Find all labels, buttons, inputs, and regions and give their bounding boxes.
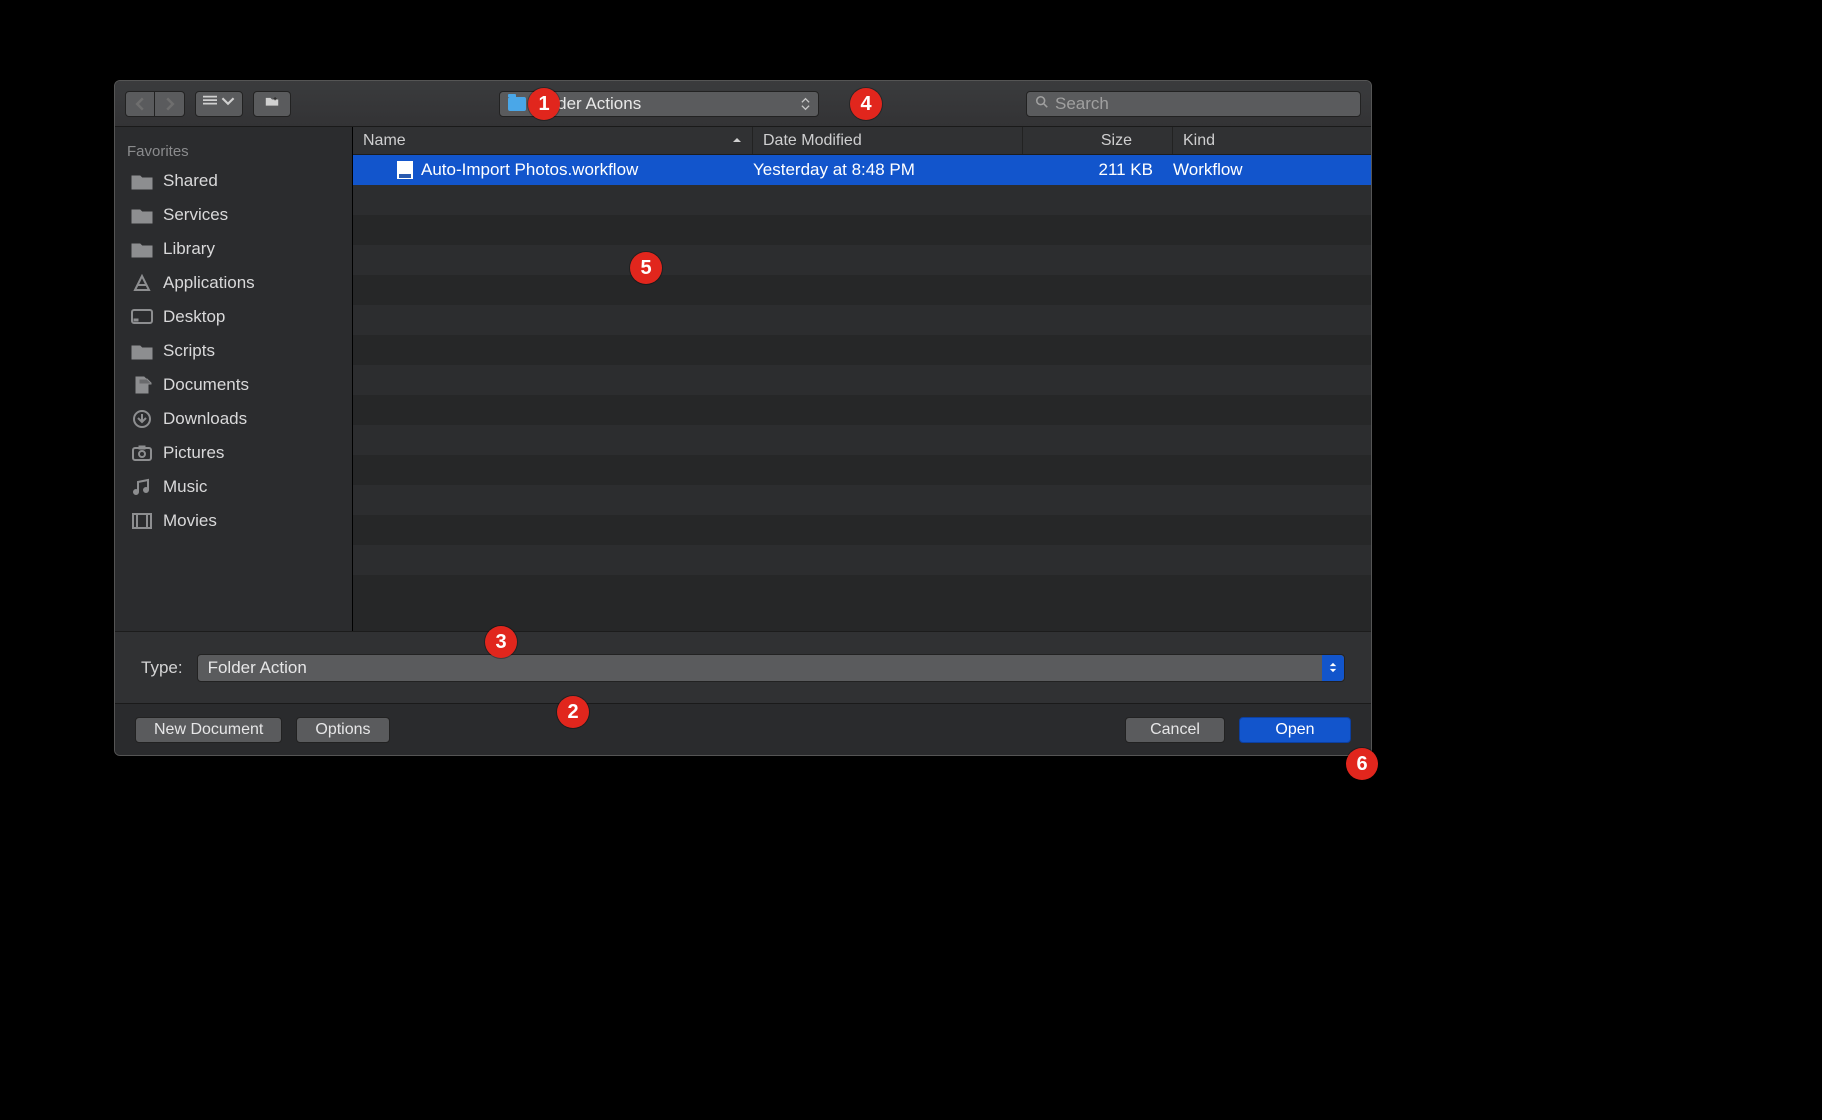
sidebar-item-label: Pictures (163, 443, 224, 463)
workflow-file-icon (397, 161, 413, 179)
annotation-1: 1 (528, 88, 560, 120)
file-row[interactable]: Auto-Import Photos.workflow Yesterday at… (353, 155, 1371, 185)
type-value: Folder Action (208, 658, 307, 678)
sidebar-item-library[interactable]: Library (115, 232, 352, 266)
sidebar-item-label: Music (163, 477, 207, 497)
options-button[interactable]: Options (296, 717, 389, 743)
sidebar-item-label: Desktop (163, 307, 225, 327)
sidebar-item-label: Downloads (163, 409, 247, 429)
column-name-label: Name (363, 132, 406, 150)
annotation-3: 3 (485, 626, 517, 658)
desktop-icon (131, 308, 153, 326)
sidebar-item-desktop[interactable]: Desktop (115, 300, 352, 334)
sidebar-item-movies[interactable]: Movies (115, 504, 352, 538)
documents-icon (131, 376, 153, 394)
nav-buttons (125, 91, 185, 117)
annotation-4: 4 (850, 88, 882, 120)
column-name[interactable]: Name (353, 127, 753, 154)
file-date: Yesterday at 8:48 PM (753, 160, 1023, 180)
search-icon (1035, 94, 1049, 114)
sidebar-item-services[interactable]: Services (115, 198, 352, 232)
folder-icon (131, 172, 153, 190)
forward-button[interactable] (155, 91, 185, 117)
folder-icon (131, 240, 153, 258)
pictures-icon (131, 444, 153, 462)
sidebar-item-label: Documents (163, 375, 249, 395)
sidebar: Favorites Shared Services Library Applic… (115, 127, 353, 631)
view-mode-button[interactable] (195, 91, 243, 117)
sidebar-item-music[interactable]: Music (115, 470, 352, 504)
annotation-6: 6 (1346, 748, 1378, 780)
file-rows: Auto-Import Photos.workflow Yesterday at… (353, 155, 1371, 631)
row-stripes (353, 155, 1371, 631)
folder-icon (131, 342, 153, 360)
sidebar-item-label: Shared (163, 171, 218, 191)
list-view-icon (203, 94, 217, 113)
file-kind: Workflow (1173, 160, 1371, 180)
column-kind[interactable]: Kind (1173, 127, 1371, 154)
search-placeholder: Search (1055, 94, 1109, 114)
type-select[interactable]: Folder Action (197, 654, 1345, 682)
sidebar-item-applications[interactable]: Applications (115, 266, 352, 300)
sidebar-item-label: Services (163, 205, 228, 225)
sidebar-item-label: Library (163, 239, 215, 259)
sidebar-item-downloads[interactable]: Downloads (115, 402, 352, 436)
file-size: 211 KB (1023, 160, 1173, 180)
sidebar-item-documents[interactable]: Documents (115, 368, 352, 402)
sidebar-section-label: Favorites (115, 133, 352, 164)
sidebar-item-pictures[interactable]: Pictures (115, 436, 352, 470)
open-button[interactable]: Open (1239, 717, 1351, 743)
sidebar-item-scripts[interactable]: Scripts (115, 334, 352, 368)
new-document-button[interactable]: New Document (135, 717, 282, 743)
annotation-2: 2 (557, 696, 589, 728)
column-size-label: Size (1101, 132, 1132, 150)
column-kind-label: Kind (1183, 132, 1215, 150)
column-headers: Name Date Modified Size Kind (353, 127, 1371, 155)
folder-icon (131, 206, 153, 224)
applications-icon (131, 274, 153, 292)
sort-ascending-icon (732, 132, 742, 150)
annotation-5: 5 (630, 252, 662, 284)
cancel-button[interactable]: Cancel (1125, 717, 1225, 743)
updown-icon (801, 97, 810, 110)
music-icon (131, 478, 153, 496)
open-dialog: Folder Actions Search Favorites Shared S… (114, 80, 1372, 756)
sidebar-item-label: Movies (163, 511, 217, 531)
updown-icon (1322, 655, 1344, 681)
movies-icon (131, 512, 153, 530)
file-list: Name Date Modified Size Kind Auto-I (353, 127, 1371, 631)
button-bar: New Document Options Cancel Open (115, 703, 1371, 755)
sidebar-item-label: Applications (163, 273, 255, 293)
back-button[interactable] (125, 91, 155, 117)
search-input[interactable]: Search (1026, 91, 1361, 117)
column-date[interactable]: Date Modified (753, 127, 1023, 154)
column-size[interactable]: Size (1023, 127, 1173, 154)
type-label: Type: (141, 658, 183, 678)
dialog-body: Favorites Shared Services Library Applic… (115, 127, 1371, 631)
file-name: Auto-Import Photos.workflow (421, 160, 638, 180)
chevron-down-icon (221, 94, 235, 113)
toolbar: Folder Actions Search (115, 81, 1371, 127)
grouping-button[interactable] (253, 91, 291, 117)
sidebar-item-label: Scripts (163, 341, 215, 361)
sidebar-item-shared[interactable]: Shared (115, 164, 352, 198)
type-bar: Type: Folder Action (115, 631, 1371, 703)
column-date-label: Date Modified (763, 132, 862, 150)
folder-icon (508, 97, 526, 111)
folder-plus-icon (265, 94, 279, 113)
downloads-icon (131, 410, 153, 428)
